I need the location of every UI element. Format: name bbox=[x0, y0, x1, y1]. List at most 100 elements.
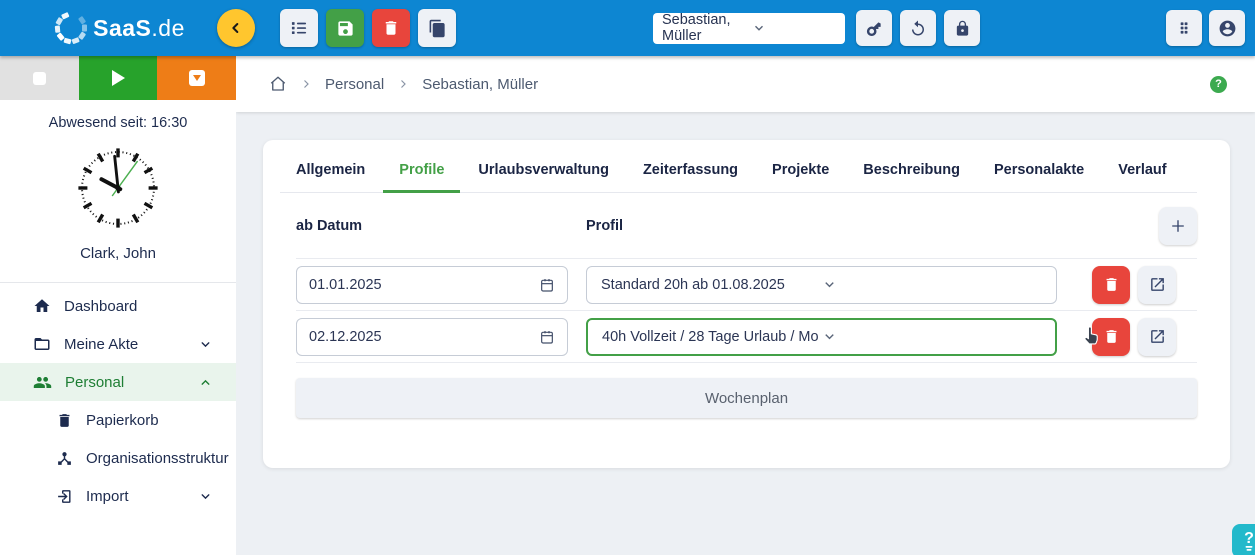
chevron-down-icon bbox=[822, 329, 1042, 344]
sitemap-icon bbox=[56, 450, 73, 467]
plus-icon bbox=[1169, 217, 1187, 235]
save-icon bbox=[336, 19, 355, 38]
sidebar-nav: Dashboard Meine Akte Personal bbox=[0, 283, 236, 515]
tab-zeiterfassung[interactable]: Zeiterfassung bbox=[627, 162, 754, 192]
logo-text: SaaS.de bbox=[93, 15, 185, 42]
user-select-value: Sebastian, Müller bbox=[662, 12, 746, 44]
tab-personalakte[interactable]: Personalakte bbox=[978, 162, 1100, 192]
lock-button[interactable] bbox=[944, 10, 980, 46]
table-row: 40h Vollzeit / 28 Tage Urlaub / Mo - Fr … bbox=[296, 311, 1197, 363]
chevron-down-icon bbox=[199, 490, 212, 503]
help-widget-button[interactable]: ? bbox=[1232, 524, 1255, 555]
nav-label: Import bbox=[86, 488, 129, 505]
trash-icon bbox=[56, 412, 73, 429]
home-breadcrumb-icon[interactable] bbox=[269, 75, 287, 93]
breadcrumb-help-button[interactable]: ? bbox=[1210, 76, 1227, 93]
main-content: Personal Sebastian, Müller ? Allgemein P… bbox=[236, 56, 1255, 555]
sidebar-item-personal[interactable]: Personal bbox=[0, 363, 236, 401]
nav-label: Dashboard bbox=[64, 298, 137, 315]
tab-verlauf[interactable]: Verlauf bbox=[1102, 162, 1182, 192]
external-link-icon bbox=[1149, 328, 1166, 345]
tab-profile[interactable]: Profile bbox=[383, 162, 460, 192]
external-link-icon bbox=[1149, 276, 1166, 293]
play-icon bbox=[112, 70, 125, 86]
list-button[interactable] bbox=[280, 9, 318, 47]
back-button[interactable] bbox=[217, 9, 255, 47]
column-header-profil: Profil bbox=[586, 218, 1159, 234]
trash-icon bbox=[1103, 276, 1120, 293]
copy-button[interactable] bbox=[418, 9, 456, 47]
stop-icon bbox=[33, 72, 46, 85]
sidebar-item-dashboard[interactable]: Dashboard bbox=[0, 287, 236, 325]
tab-urlaubsverwaltung[interactable]: Urlaubsverwaltung bbox=[462, 162, 625, 192]
account-button[interactable] bbox=[1209, 10, 1245, 46]
chevron-down-icon bbox=[199, 338, 212, 351]
users-icon bbox=[33, 373, 52, 392]
svg-text:?: ? bbox=[1244, 530, 1254, 547]
sidebar-item-organisationsstruktur[interactable]: Organisationsstruktur bbox=[0, 439, 236, 477]
stop-button[interactable] bbox=[0, 56, 79, 100]
sidebar-item-papierkorb[interactable]: Papierkorb bbox=[0, 401, 236, 439]
tab-bar: Allgemein Profile Urlaubsverwaltung Zeit… bbox=[280, 140, 1197, 193]
table-row: Standard 20h ab 01.08.2025 bbox=[296, 259, 1197, 311]
open-profile-button[interactable] bbox=[1138, 266, 1176, 304]
top-header: SaaS.de bbox=[0, 0, 1255, 56]
profile-select-row2[interactable]: 40h Vollzeit / 28 Tage Urlaub / Mo - Fr … bbox=[586, 318, 1057, 356]
nav-label: Papierkorb bbox=[86, 412, 159, 429]
nav-label: Personal bbox=[65, 374, 124, 391]
apps-grid-button[interactable] bbox=[1166, 10, 1202, 46]
app-logo: SaaS.de bbox=[0, 8, 236, 48]
logo-spinner-icon bbox=[51, 8, 91, 48]
home-icon bbox=[33, 297, 51, 315]
user-select[interactable]: Sebastian, Müller bbox=[653, 13, 845, 44]
open-profile-button[interactable] bbox=[1138, 318, 1176, 356]
delete-row-button[interactable] bbox=[1092, 266, 1130, 304]
delete-button[interactable] bbox=[372, 9, 410, 47]
profile-select-row1[interactable]: Standard 20h ab 01.08.2025 bbox=[586, 266, 1057, 304]
sidebar-item-meine-akte[interactable]: Meine Akte bbox=[0, 325, 236, 363]
date-input-row2[interactable] bbox=[309, 329, 539, 345]
row-actions bbox=[1092, 266, 1176, 304]
question-mark-icon: ? bbox=[1238, 528, 1255, 554]
analog-clock bbox=[73, 143, 163, 233]
trash-icon bbox=[382, 19, 400, 37]
breadcrumb-item-personal[interactable]: Personal bbox=[325, 76, 384, 93]
apps-grid-icon bbox=[1176, 20, 1192, 36]
caret-down-icon bbox=[189, 70, 205, 86]
copy-icon bbox=[428, 19, 447, 38]
nav-label: Meine Akte bbox=[64, 336, 138, 353]
key-button[interactable] bbox=[856, 10, 892, 46]
tab-allgemein[interactable]: Allgemein bbox=[280, 162, 381, 192]
column-header-ab-datum: ab Datum bbox=[296, 218, 586, 234]
account-icon bbox=[1218, 19, 1237, 38]
lock-icon bbox=[954, 20, 971, 37]
chevron-left-icon bbox=[228, 20, 244, 36]
profile-select-value: 40h Vollzeit / 28 Tage Urlaub / Mo - Fr … bbox=[602, 329, 822, 345]
breadcrumb-item-user: Sebastian, Müller bbox=[422, 76, 538, 93]
tab-projekte[interactable]: Projekte bbox=[756, 162, 845, 192]
undo-button[interactable] bbox=[900, 10, 936, 46]
breadcrumb-bar: Personal Sebastian, Müller ? bbox=[236, 56, 1255, 112]
import-icon bbox=[56, 488, 73, 505]
date-field-row2[interactable] bbox=[296, 318, 568, 356]
sidebar-item-import[interactable]: Import bbox=[0, 477, 236, 515]
save-button[interactable] bbox=[326, 9, 364, 47]
nav-label: Organisationsstruktur bbox=[86, 450, 229, 467]
tab-beschreibung[interactable]: Beschreibung bbox=[847, 162, 976, 192]
key-icon bbox=[865, 19, 884, 38]
chevron-up-icon bbox=[199, 376, 212, 389]
wochenplan-button[interactable]: Wochenplan bbox=[296, 378, 1197, 418]
table-header: ab Datum Profil bbox=[296, 193, 1197, 259]
date-input-row1[interactable] bbox=[309, 277, 539, 293]
calendar-icon[interactable] bbox=[539, 277, 555, 293]
breadcrumb: Personal Sebastian, Müller bbox=[269, 75, 538, 93]
delete-row-button[interactable] bbox=[1092, 318, 1130, 356]
calendar-icon[interactable] bbox=[539, 329, 555, 345]
pause-dropdown-button[interactable] bbox=[157, 56, 236, 100]
date-field-row1[interactable] bbox=[296, 266, 568, 304]
profile-select-value: Standard 20h ab 01.08.2025 bbox=[601, 277, 822, 293]
chevron-right-icon bbox=[300, 78, 312, 90]
add-row-button[interactable] bbox=[1159, 207, 1197, 245]
play-button[interactable] bbox=[79, 56, 158, 100]
toolbar-middle bbox=[856, 10, 980, 46]
